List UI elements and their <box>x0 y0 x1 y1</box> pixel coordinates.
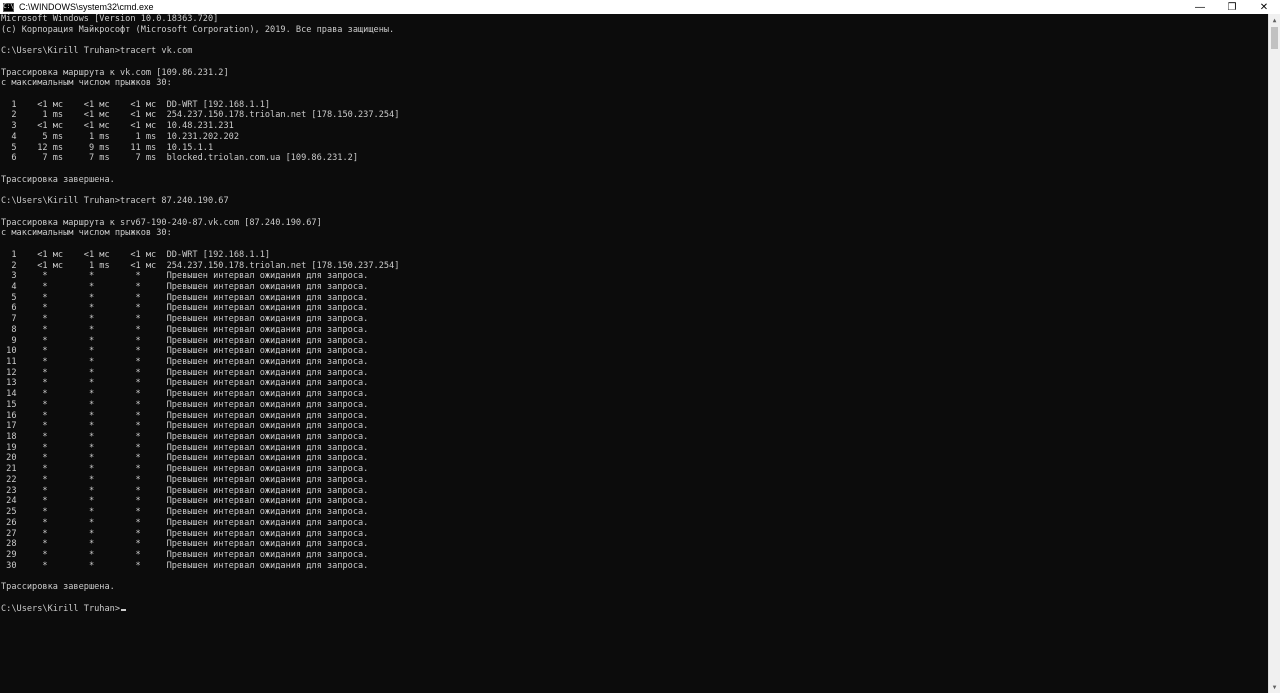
prompt-text: C:\Users\Kirill Truhan> <box>1 603 120 614</box>
cmd-window: C:\ C:\WINDOWS\system32\cmd.exe — ❐ ✕ Mi… <box>0 0 1280 693</box>
console-line: 21 * * * Превышен интервал ожидания для … <box>1 464 369 475</box>
console-line: 22 * * * Превышен интервал ожидания для … <box>1 474 369 485</box>
scroll-down-arrow-icon[interactable]: ▼ <box>1269 681 1280 693</box>
console-line: 17 * * * Превышен интервал ожидания для … <box>1 421 369 432</box>
console-line: 8 * * * Превышен интервал ожидания для з… <box>1 324 369 335</box>
console-line: 26 * * * Превышен интервал ожидания для … <box>1 517 369 528</box>
restore-icon[interactable]: ❐ <box>1216 0 1248 14</box>
console-line: 1 <1 мс <1 мс <1 мс DD-WRT [192.168.1.1] <box>1 99 271 110</box>
window-controls: — ❐ ✕ <box>1184 0 1280 14</box>
console-line: 29 * * * Превышен интервал ожидания для … <box>1 549 369 560</box>
console-line: 9 * * * Превышен интервал ожидания для з… <box>1 335 369 346</box>
close-icon[interactable]: ✕ <box>1248 0 1280 14</box>
console-line: 24 * * * Превышен интервал ожидания для … <box>1 496 369 507</box>
console-line: 23 * * * Превышен интервал ожидания для … <box>1 485 369 496</box>
console-line: (c) Корпорация Майкрософт (Microsoft Cor… <box>1 24 395 35</box>
console-line: 15 * * * Превышен интервал ожидания для … <box>1 399 369 410</box>
console-line: 4 * * * Превышен интервал ожидания для з… <box>1 281 369 292</box>
scrollbar-thumb[interactable] <box>1271 27 1278 49</box>
console-line: 19 * * * Превышен интервал ожидания для … <box>1 442 369 453</box>
console-line: 6 * * * Превышен интервал ожидания для з… <box>1 303 369 314</box>
console-line: C:\Users\Kirill Truhan>tracert vk.com <box>1 46 193 57</box>
text-cursor <box>121 608 126 611</box>
window-title: C:\WINDOWS\system32\cmd.exe <box>19 2 154 12</box>
console-line: Трассировка маршрута к srv67-190-240-87.… <box>1 217 322 228</box>
console-line: 18 * * * Превышен интервал ожидания для … <box>1 432 369 443</box>
console-line: 20 * * * Превышен интервал ожидания для … <box>1 453 369 464</box>
console-line: 5 12 ms 9 ms 11 ms 10.15.1.1 <box>1 142 214 153</box>
console-output[interactable]: Microsoft Windows [Version 10.0.18363.72… <box>0 14 1268 693</box>
console-line: 2 <1 мс 1 ms <1 мс 254.237.150.178.triol… <box>1 260 400 271</box>
console-line: 25 * * * Превышен интервал ожидания для … <box>1 507 369 518</box>
console-line: 12 * * * Превышен интервал ожидания для … <box>1 367 369 378</box>
console-line: 14 * * * Превышен интервал ожидания для … <box>1 389 369 400</box>
console-line: C:\Users\Kirill Truhan>tracert 87.240.19… <box>1 196 229 207</box>
cmd-app-icon[interactable]: C:\ <box>3 2 14 12</box>
title-bar[interactable]: C:\ C:\WINDOWS\system32\cmd.exe — ❐ ✕ <box>0 0 1280 14</box>
console-line: 3 <1 мс <1 мс <1 мс 10.48.231.231 <box>1 121 234 132</box>
console-line: Трассировка завершена. <box>1 582 115 593</box>
console-line: 1 <1 мс <1 мс <1 мс DD-WRT [192.168.1.1] <box>1 249 271 260</box>
console-line: 16 * * * Превышен интервал ожидания для … <box>1 410 369 421</box>
console-line: 11 * * * Превышен интервал ожидания для … <box>1 357 369 367</box>
console-line: 6 7 ms 7 ms 7 ms blocked.triolan.com.ua … <box>1 153 358 164</box>
console-lines: Microsoft Windows [Version 10.0.18363.72… <box>0 14 1268 614</box>
console-line: 27 * * * Превышен интервал ожидания для … <box>1 528 369 539</box>
console-line: Трассировка маршрута к vk.com [109.86.23… <box>1 67 229 78</box>
console-line: 5 * * * Превышен интервал ожидания для з… <box>1 292 369 303</box>
console-line: 30 * * * Превышен интервал ожидания для … <box>1 560 369 571</box>
console-line: Microsoft Windows [Version 10.0.18363.72… <box>1 14 219 24</box>
minimize-icon[interactable]: — <box>1184 0 1216 14</box>
console-line: 4 5 ms 1 ms 1 ms 10.231.202.202 <box>1 131 239 142</box>
console-line: 2 1 ms <1 мс <1 мс 254.237.150.178.triol… <box>1 110 400 121</box>
console-line: Трассировка завершена. <box>1 174 115 185</box>
scroll-up-arrow-icon[interactable]: ▲ <box>1269 14 1280 26</box>
console-line: с максимальным числом прыжков 30: <box>1 228 172 239</box>
console-line: 10 * * * Превышен интервал ожидания для … <box>1 346 369 357</box>
console-line: 3 * * * Превышен интервал ожидания для з… <box>1 271 369 282</box>
console-line: 28 * * * Превышен интервал ожидания для … <box>1 539 369 550</box>
console-line: 7 * * * Превышен интервал ожидания для з… <box>1 314 369 325</box>
command-prompt[interactable]: C:\Users\Kirill Truhan> <box>1 604 1268 615</box>
console-line: с максимальным числом прыжков 30: <box>1 78 172 89</box>
console-line: 13 * * * Превышен интервал ожидания для … <box>1 378 369 389</box>
vertical-scrollbar[interactable]: ▲ ▼ <box>1268 14 1280 693</box>
